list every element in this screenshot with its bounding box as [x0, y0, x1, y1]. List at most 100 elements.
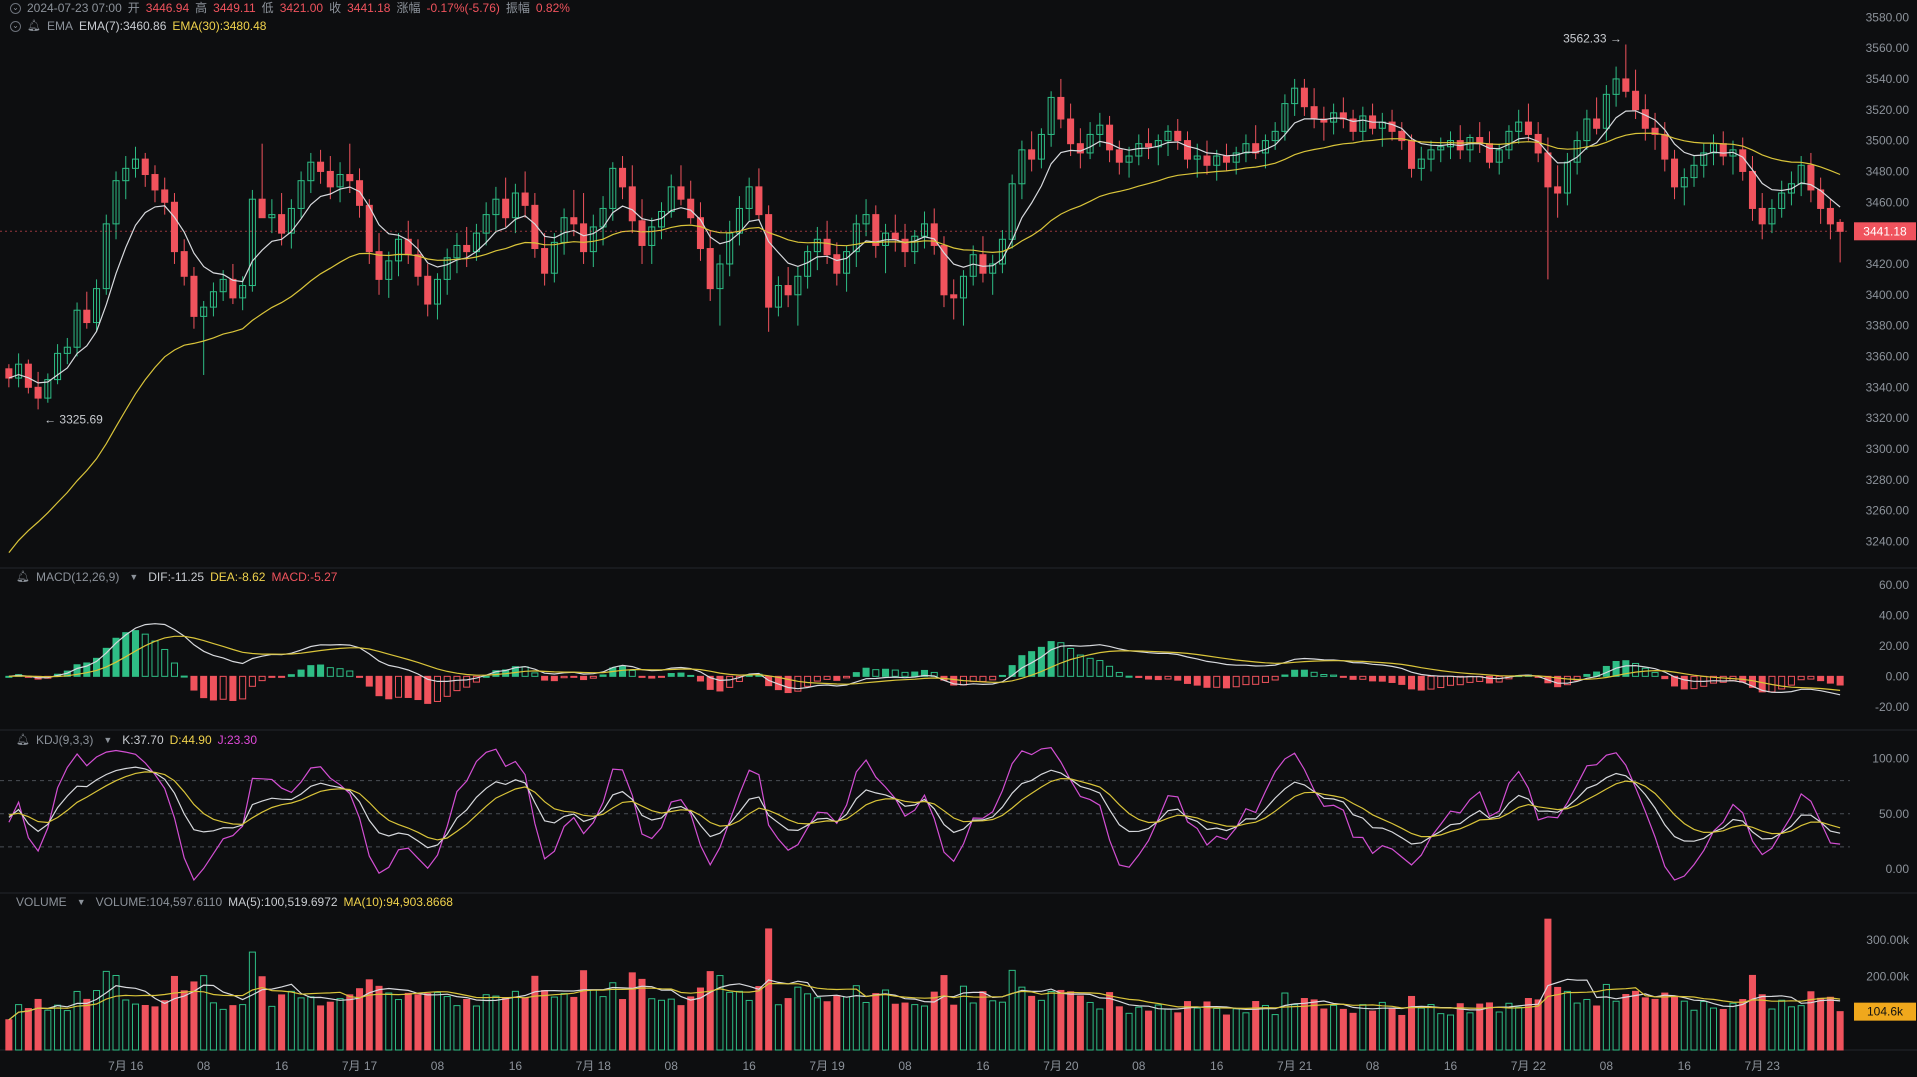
macd-histogram-bar — [1222, 675, 1230, 689]
candle-down — [833, 254, 841, 274]
volume-bar — [278, 994, 286, 1051]
macd-tick-label: -20.00 — [1875, 700, 1909, 714]
kdj-k-value: K:37.70 — [122, 733, 164, 747]
last-price-tag: 3441.18 — [1863, 224, 1907, 238]
volume-bar — [833, 995, 841, 1051]
volume-bar — [1748, 974, 1756, 1051]
caret-down-icon[interactable]: ▼ — [129, 570, 138, 584]
volume-bar — [1680, 1000, 1688, 1051]
macd-histogram-bar — [989, 675, 997, 681]
macd-histogram-bar — [209, 675, 217, 701]
candle-down — [706, 248, 714, 290]
macd-histogram-bar — [1787, 675, 1795, 686]
macd-histogram-bar — [852, 672, 860, 677]
macd-histogram-bar — [979, 675, 987, 682]
time-tick-label: 7月 19 — [809, 1059, 845, 1073]
time-tick-label: 7月 16 — [108, 1059, 144, 1073]
time-tick-label: 7月 17 — [342, 1059, 378, 1073]
macd-histogram-bar — [1252, 675, 1260, 685]
volume-bar — [1281, 992, 1289, 1051]
caret-down-icon[interactable]: ▼ — [103, 733, 112, 747]
macd-histogram-bar — [891, 669, 899, 677]
macd-histogram-bar — [1359, 675, 1367, 680]
macd-histogram-bar — [1378, 675, 1386, 682]
ema-name[interactable]: EMA — [47, 19, 73, 33]
volume-bar — [317, 1005, 325, 1051]
bell-icon[interactable]: 🔔︎ — [16, 570, 30, 584]
volume-bar — [560, 992, 568, 1051]
volume-bar — [1719, 1008, 1727, 1051]
volume-bar — [161, 1000, 169, 1051]
volume-bar — [1115, 1006, 1123, 1051]
macd-legend: 🔔︎ MACD(12,26,9) ▼ DIF:-11.25 DEA:-8.62 … — [16, 570, 337, 584]
macd-histogram-bar — [268, 675, 276, 678]
volume-bar — [83, 998, 91, 1051]
macd-histogram-bar — [229, 675, 237, 701]
candle-down — [891, 232, 899, 240]
volume-bar — [589, 989, 597, 1051]
macd-histogram-bar — [278, 675, 286, 678]
macd-histogram-bar — [219, 675, 227, 700]
bell-icon[interactable]: 🔔︎ — [27, 19, 41, 33]
macd-histogram-bar — [1232, 675, 1240, 688]
volume-bar — [1476, 1003, 1484, 1051]
kdj-name[interactable]: KDJ(9,3,3) — [36, 733, 93, 747]
macd-name[interactable]: MACD(12,26,9) — [36, 570, 119, 584]
volume-bar — [1320, 1008, 1328, 1051]
volume-bar — [404, 992, 412, 1051]
volume-bar — [326, 1001, 334, 1051]
candle-down — [1408, 140, 1416, 169]
volume-bar — [1047, 990, 1055, 1051]
bell-icon[interactable]: 🔔︎ — [16, 733, 30, 747]
volume-bar — [521, 997, 529, 1051]
volume-bar — [901, 1002, 909, 1051]
time-tick-label: 7月 22 — [1511, 1059, 1547, 1073]
candle-down — [765, 214, 773, 308]
volume-bar — [804, 993, 812, 1051]
candle-down — [1719, 143, 1727, 157]
time-tick-label: 7月 21 — [1277, 1059, 1313, 1073]
volume-bar — [141, 1004, 149, 1051]
chevron-icon[interactable]: ⌄ — [10, 20, 21, 32]
macd-histogram-bar — [1145, 675, 1153, 680]
macd-histogram-bar — [1271, 675, 1279, 681]
caret-down-icon[interactable]: ▼ — [77, 895, 86, 909]
macd-histogram-bar — [1778, 675, 1786, 690]
macd-histogram-bar — [667, 673, 675, 677]
price-tick-label: 3320.00 — [1866, 411, 1910, 425]
volume-bar — [492, 995, 500, 1051]
volume-pane — [5, 918, 1844, 1051]
time-tick-label: 16 — [275, 1059, 289, 1073]
macd-histogram-bar — [1242, 675, 1250, 686]
volume-bar — [1456, 1003, 1464, 1051]
price-tick-label: 3480.00 — [1866, 164, 1910, 178]
volume-bar — [1778, 999, 1786, 1051]
price-tick-label: 3380.00 — [1866, 319, 1910, 333]
volume-bar — [1466, 1012, 1474, 1051]
volume-bar — [1096, 1008, 1104, 1051]
macd-histogram-bar — [424, 675, 432, 704]
volume-bar — [1145, 1010, 1153, 1051]
chevron-icon[interactable]: ⌄ — [10, 2, 21, 14]
kdj-tick-label: 0.00 — [1886, 862, 1910, 876]
macd-histogram-bar — [1339, 675, 1347, 678]
amplitude-value: 0.82% — [535, 1, 570, 15]
volume-name[interactable]: VOLUME — [16, 895, 67, 909]
macd-histogram-bar — [1651, 672, 1659, 677]
volume-bar — [706, 971, 714, 1051]
macd-histogram-bar — [375, 675, 383, 697]
macd-histogram-bar — [463, 675, 471, 688]
volume-bar — [628, 972, 636, 1051]
ema30-line — [8, 132, 1841, 553]
time-tick-label: 16 — [1678, 1059, 1692, 1073]
volume-bar — [502, 996, 510, 1051]
candle-down — [677, 186, 685, 200]
volume-bar — [1534, 999, 1542, 1051]
kdj-legend: 🔔︎ KDJ(9,3,3) ▼ K:37.70 D:44.90 J:23.30 — [16, 733, 257, 747]
candle-down — [365, 204, 373, 253]
volume-bar — [1768, 1008, 1776, 1051]
macd-histogram-bar — [1417, 675, 1425, 691]
time-tick-label: 7月 20 — [1043, 1059, 1079, 1073]
chart-canvas[interactable]: 3562.33 → ← 3325.69 3580.00 3560.00 3540.00… — [0, 0, 1917, 1077]
volume-legend: VOLUME ▼ VOLUME:104,597.6110 MA(5):100,5… — [16, 895, 453, 909]
